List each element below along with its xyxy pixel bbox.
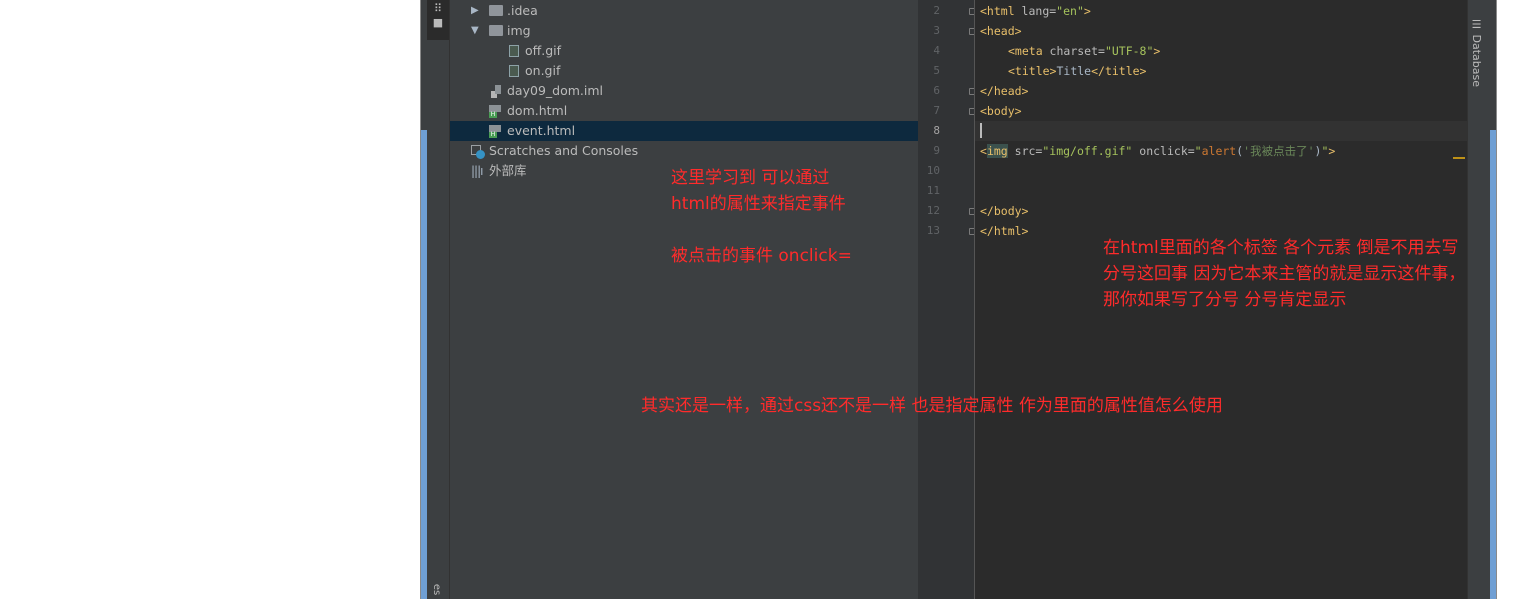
annotation-line: html的属性来指定事件 — [671, 194, 846, 214]
html-file-icon: H — [489, 125, 501, 138]
code-line: <meta charset="UTF-8"> — [1008, 44, 1161, 58]
code-line: </head> — [980, 84, 1029, 98]
tree-item-label: day09_dom.iml — [507, 83, 604, 98]
tree-item-img[interactable]: ▼ img — [450, 21, 918, 41]
image-file-icon — [509, 65, 519, 77]
tree-item-dom-html[interactable]: H dom.html — [450, 101, 918, 121]
window-border-right — [1496, 0, 1497, 599]
code-line: </html> — [980, 224, 1029, 238]
window-edge-right — [1489, 130, 1496, 599]
line-number: 12 — [926, 204, 940, 217]
tree-item-label: dom.html — [507, 103, 568, 118]
code-line: <title>Title</title> — [1008, 64, 1147, 78]
editor-gutter: 2 3 4 5 6 7 8 9 10 11 12 13 — [918, 0, 976, 599]
tree-item-label: img — [507, 23, 531, 38]
tree-item-scratches[interactable]: Scratches and Consoles — [450, 141, 918, 161]
line-number: 10 — [926, 164, 940, 177]
annotation-line: 那你如果写了分号 分号肯定显示 — [1103, 290, 1347, 310]
annotation-note-2: 在html里面的各个标签 各个元素 倒是不用去写 分号这回事 因为它本来主管的就… — [1103, 235, 1496, 313]
image-file-icon — [509, 45, 519, 57]
tree-item-on-gif[interactable]: on.gif — [450, 61, 918, 81]
annotation-line: 被点击的事件 onclick= — [671, 246, 852, 266]
tree-item-label: event.html — [507, 123, 576, 138]
line-number: 4 — [933, 44, 940, 57]
tree-item-label: on.gif — [525, 63, 561, 78]
database-icon: ☰ — [1470, 18, 1483, 35]
html-file-icon: H — [489, 105, 501, 118]
scratches-icon — [471, 145, 485, 159]
favorites-tab-label[interactable]: es — [431, 584, 442, 595]
expand-arrow-icon[interactable]: ▶ — [471, 1, 479, 21]
annotation-line: 这里学习到 可以通过 — [671, 168, 830, 188]
database-tab-label: Database — [1470, 34, 1483, 88]
line-number: 5 — [933, 64, 940, 77]
tree-item-off-gif[interactable]: off.gif — [450, 41, 918, 61]
folder-icon: ■ — [432, 16, 444, 29]
tree-item-label: Scratches and Consoles — [489, 143, 639, 158]
code-line: <body> — [980, 104, 1022, 118]
line-number-current: 8 — [933, 124, 940, 137]
line-number: 9 — [933, 144, 940, 157]
tree-item-label: 外部库 — [489, 163, 527, 178]
tree-item-event-html[interactable]: H event.html — [450, 121, 918, 141]
tree-item-label: .idea — [507, 3, 538, 18]
library-icon: |||ı — [471, 164, 484, 178]
database-tool-tab[interactable]: ☰ Database — [1470, 18, 1483, 87]
warning-marker[interactable] — [1453, 157, 1465, 159]
current-line-highlight — [975, 121, 1467, 141]
line-number: 13 — [926, 224, 940, 237]
tree-item-iml[interactable]: day09_dom.iml — [450, 81, 918, 101]
code-line: </body> — [980, 204, 1029, 218]
module-file-icon — [491, 85, 501, 98]
left-tool-strip: ⠿ ■ es — [427, 0, 450, 599]
line-number: 2 — [933, 4, 940, 17]
text-caret — [980, 123, 982, 138]
annotation-line: 分号这回事 因为它本来主管的就是显示这件事， — [1103, 264, 1466, 284]
line-number: 6 — [933, 84, 940, 97]
line-number: 11 — [926, 184, 940, 197]
line-number: 3 — [933, 24, 940, 37]
structure-icon: ⠿ — [433, 2, 443, 15]
annotation-note-3: 其实还是一样，通过css还不是一样 也是指定属性 作为里面的属性值怎么使用 — [641, 396, 1223, 416]
project-tree-panel: ▶ .idea ▼ img off.gif on.gif day09_dom.i… — [450, 0, 918, 599]
project-tool-tab[interactable]: ⠿ ■ — [427, 0, 449, 40]
annotation-note-1: 这里学习到 可以通过 html的属性来指定事件 被点击的事件 onclick= — [671, 165, 852, 269]
folder-icon — [489, 5, 503, 16]
collapse-arrow-icon[interactable]: ▼ — [471, 21, 479, 41]
annotation-line: 在html里面的各个标签 各个元素 倒是不用去写 — [1103, 238, 1459, 258]
folder-icon — [489, 25, 503, 36]
line-number: 7 — [933, 104, 940, 117]
tree-item-idea[interactable]: ▶ .idea — [450, 1, 918, 21]
code-line: <img src="img/off.gif" onclick="alert('我… — [980, 144, 1336, 158]
code-line: <head> — [980, 24, 1022, 38]
tree-item-label: off.gif — [525, 43, 562, 58]
code-line: <html lang="en"> — [980, 4, 1091, 18]
